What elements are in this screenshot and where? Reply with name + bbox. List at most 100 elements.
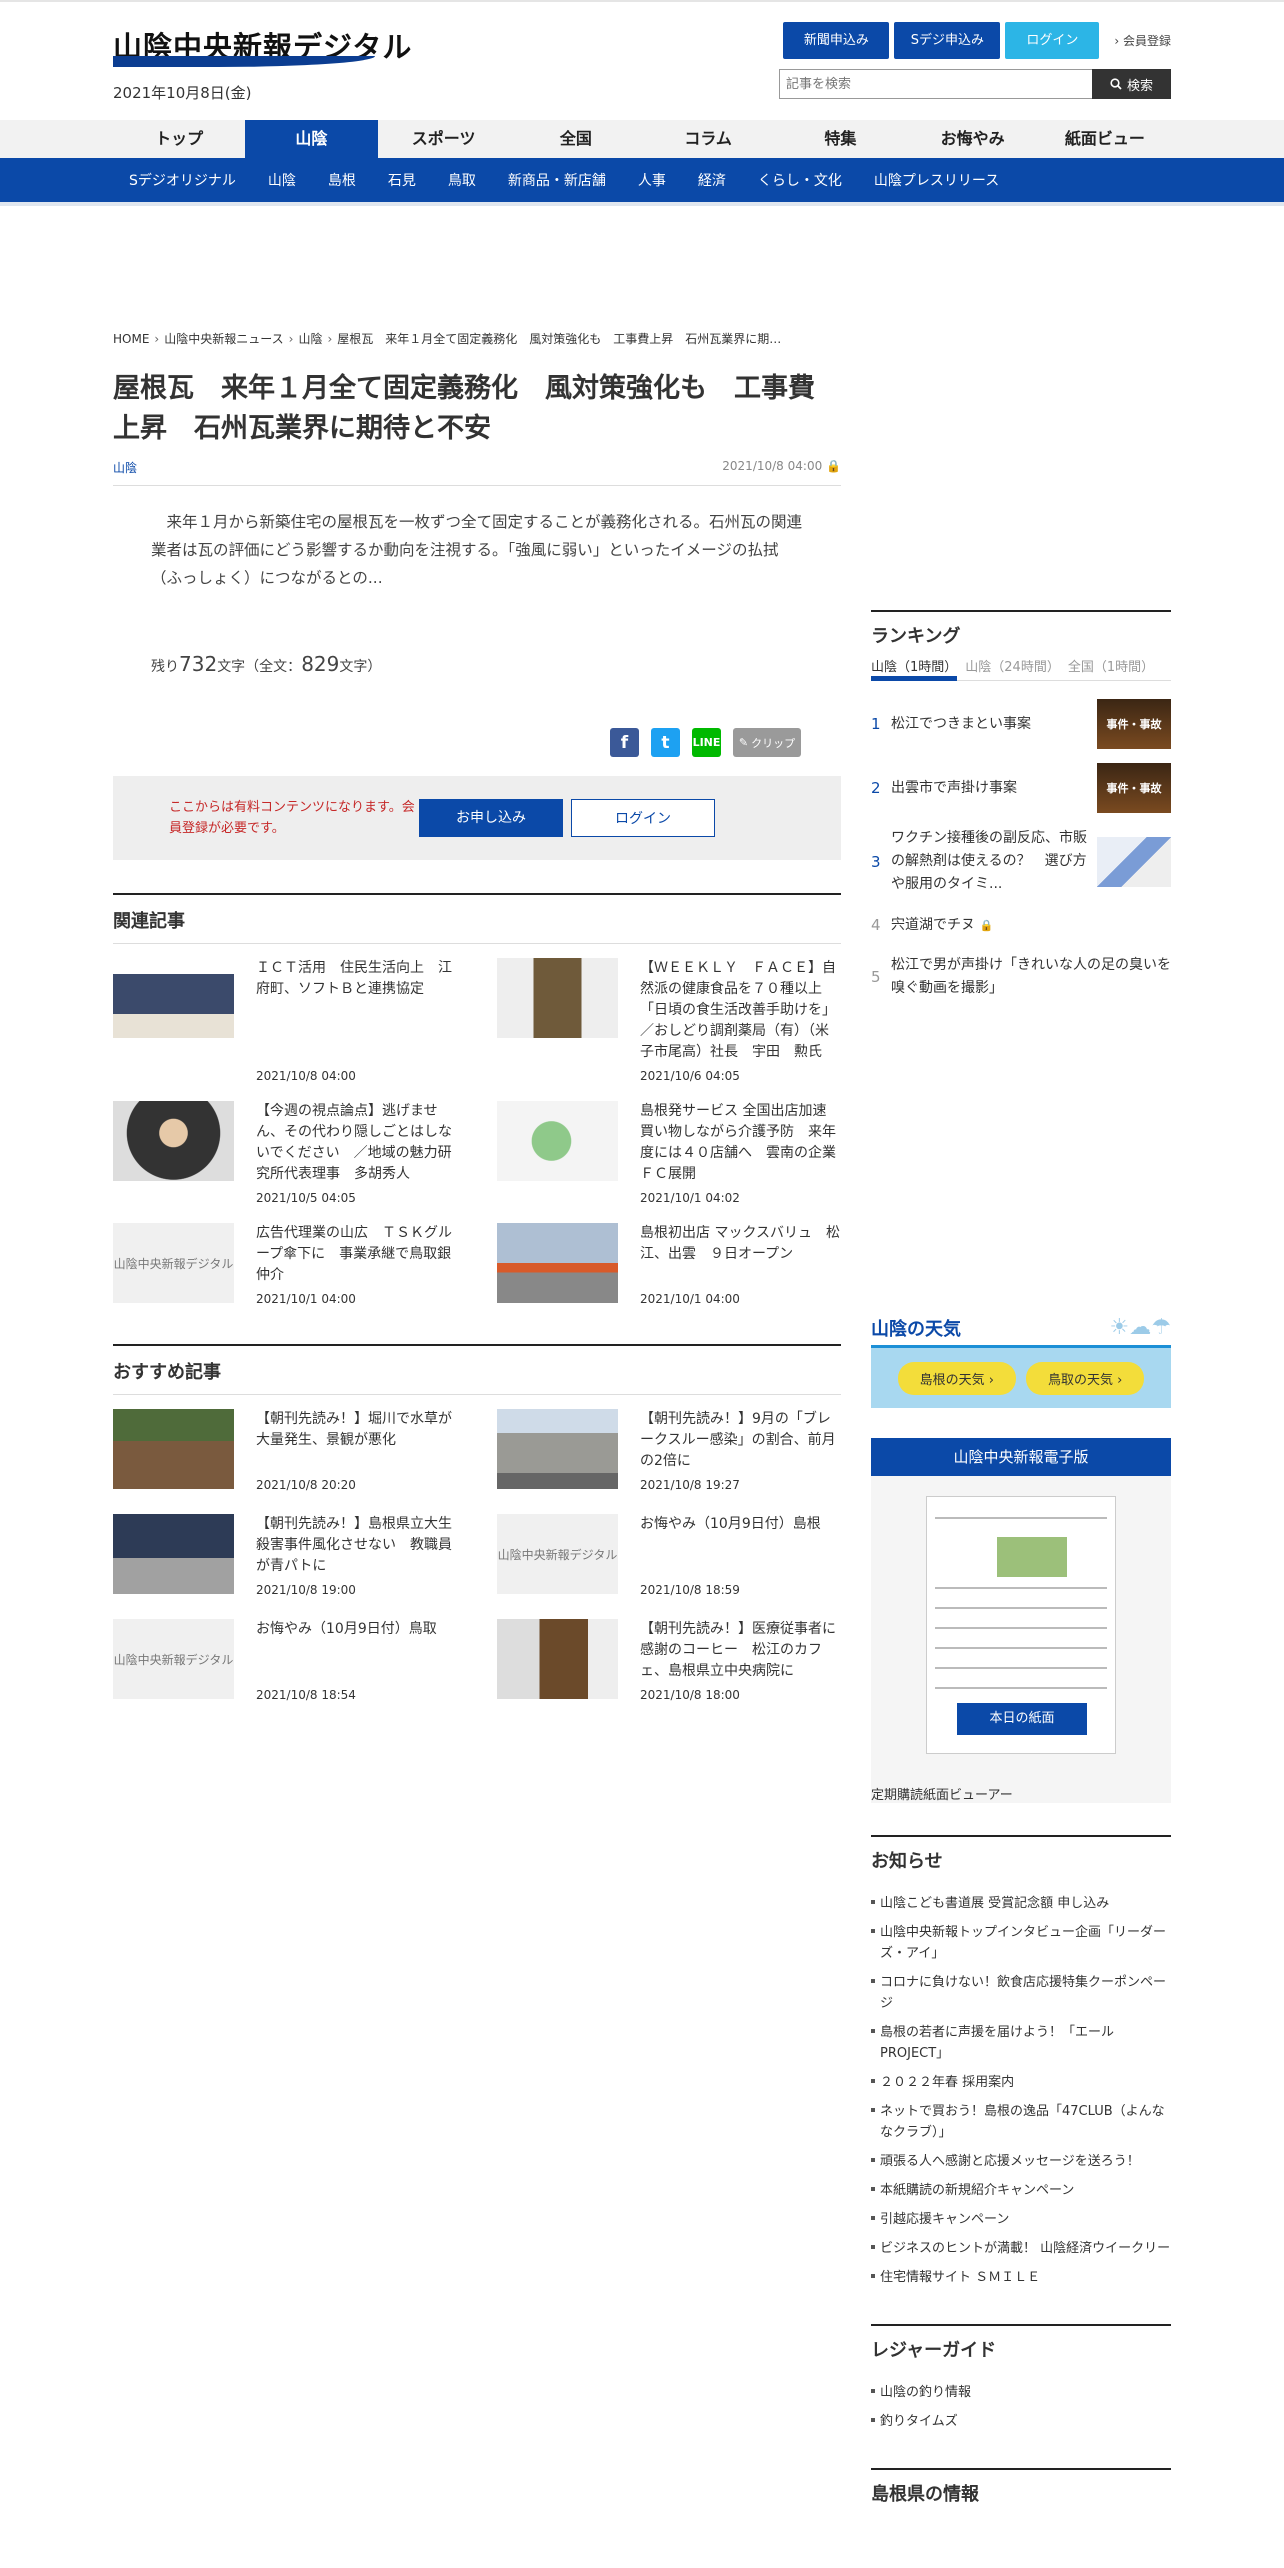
notice-item[interactable]: 住宅情報サイト ＳＭＩＬＥ <box>871 2263 1171 2292</box>
search-icon <box>1110 78 1122 90</box>
notice-item[interactable]: ２０２２年春 採用案内 <box>871 2068 1171 2097</box>
subscribe-button[interactable]: 新聞申込み <box>783 22 890 59</box>
gnav-sports[interactable]: スポーツ <box>378 120 510 158</box>
paywall-login-button[interactable]: ログイン <box>571 799 715 837</box>
ranking-item[interactable]: 2 出雲市で声掛け事案 事件・事故 <box>871 763 1171 813</box>
ranking-box: ランキング 山陰（1時間） 山陰（24時間） 全国（1時間） 1 松江でつきまと… <box>871 610 1171 1000</box>
recommended-heading: おすすめ記事 <box>113 1344 841 1395</box>
tottori-weather-button[interactable]: 鳥取の天気 › <box>1026 1361 1145 1395</box>
notice-item[interactable]: 山陰こども書道展 受賞記念額 申し込み <box>871 1889 1171 1918</box>
related-thumb <box>113 1101 234 1181</box>
share-buttons: f t LINE ✎ クリップ <box>113 728 801 757</box>
gnav-feature[interactable]: 特集 <box>774 120 906 158</box>
notice-item[interactable]: 頑張る人へ感謝と応援メッセージを送ろう！ <box>871 2147 1171 2176</box>
line-share-icon[interactable]: LINE <box>692 728 721 757</box>
snav-shimane[interactable]: 島根 <box>312 170 372 190</box>
related-item[interactable]: ＩＣＴ活用 住民生活向上 江府町、ソフトＢと連携協定 2021/10/8 04:0… <box>113 958 457 1083</box>
article-timestamp: 2021/10/8 04:00 🔒 <box>722 459 841 473</box>
shimane-info-box: 島根県の情報 <box>871 2468 1171 2514</box>
sidebar: ランキング 山陰（1時間） 山陰（24時間） 全国（1時間） 1 松江でつきまと… <box>871 610 1171 2514</box>
notice-item[interactable]: 本紙購読の新規紹介キャンペーン <box>871 2176 1171 2205</box>
notice-list: 山陰こども書道展 受賞記念額 申し込み 山陰中央新報トップインタビュー企画「リー… <box>871 1889 1171 2292</box>
login-button[interactable]: ログイン <box>1005 22 1100 59</box>
breadcrumb-news[interactable]: 山陰中央新報ニュース <box>164 332 283 346</box>
facebook-share-icon[interactable]: f <box>610 728 639 757</box>
ranking-item[interactable]: 4 宍道湖でチヌ 🔒 <box>871 910 1171 940</box>
gnav-obituary[interactable]: お悔やみ <box>907 120 1039 158</box>
gnav-sanin[interactable]: 山陰 <box>245 120 378 158</box>
paper-viewer-button[interactable]: 紙面ビューアー <box>923 1784 1013 1803</box>
tab-national-1h[interactable]: 全国（1時間） <box>1068 656 1154 675</box>
tab-sanin-24h[interactable]: 山陰（24時間） <box>965 656 1060 675</box>
remaining-chars: 残り732文字（全文：829文字） <box>151 652 382 676</box>
related-item[interactable]: 島根初出店 マックスバリュ 松江、出雲 ９日オープン 2021/10/1 04:0… <box>497 1223 841 1306</box>
related-item[interactable]: 【今週の視点論点】逃げません、その代わり隠しごとはしないでください ／地域の魅力… <box>113 1101 457 1205</box>
related-item[interactable]: 【ＷＥＥＫＬＹ ＦＡＣＥ】自然派の健康食品を７０種以上「日頃の食生活改善手助けを… <box>497 958 843 1083</box>
notice-box: お知らせ 山陰こども書道展 受賞記念額 申し込み 山陰中央新報トップインタビュー… <box>871 1835 1171 2292</box>
recommended-item[interactable]: 山陰中央新報デジタル お悔やみ（10月9日付）鳥取 2021/10/8 18:54 <box>113 1619 457 1702</box>
snav-original[interactable]: Sデジオリジナル <box>113 170 252 190</box>
ranking-item[interactable]: 1 松江でつきまとい事案 事件・事故 <box>871 699 1171 749</box>
related-thumb <box>113 958 234 1038</box>
snav-life-culture[interactable]: くらし・文化 <box>742 170 858 190</box>
epaper-box: 山陰中央新報電子版 本日の紙面 定期購読 紙面ビューアー <box>871 1438 1171 1803</box>
sub-nav: Sデジオリジナル 山陰 島根 石見 鳥取 新商品・新店舗 人事 経済 くらし・文… <box>0 158 1284 206</box>
search-input[interactable] <box>779 69 1092 99</box>
snav-iwami[interactable]: 石見 <box>372 170 432 190</box>
paperclip-icon: ✎ <box>738 736 749 749</box>
breadcrumb-home[interactable]: HOME <box>113 332 149 346</box>
search-button[interactable]: 検索 <box>1092 69 1171 99</box>
snav-tottori[interactable]: 鳥取 <box>432 170 492 190</box>
related-thumb <box>497 958 618 1038</box>
leisure-item[interactable]: 釣りタイムズ <box>871 2407 1171 2436</box>
article-category[interactable]: 山陰 <box>113 459 137 476</box>
member-register-link[interactable]: › 会員登録 <box>1114 32 1171 49</box>
notice-item[interactable]: ネットで買おう！島根の逸品「47CLUB（よんななクラブ）」 <box>871 2097 1171 2147</box>
main-column: HOME › 山陰中央新報ニュース › 山陰 › 屋根瓦 来年１月全て固定義務化 風対策強化… <box>113 330 843 1724</box>
notice-item[interactable]: 山陰中央新報トップインタビュー企画「リーダーズ・アイ」 <box>871 1918 1171 1968</box>
breadcrumb-current: 屋根瓦 来年１月全て固定義務化 風対策強化も 工事費上昇 石州瓦業界に期… <box>337 332 782 346</box>
twitter-share-icon[interactable]: t <box>651 728 680 757</box>
ranking-item[interactable]: 5 松江で男が声掛け「きれいな人の足の臭いを嗅ぐ動画を撮影」 <box>871 954 1171 1000</box>
lock-icon: 🔒 <box>826 459 841 473</box>
gnav-top[interactable]: トップ <box>113 120 245 158</box>
subscription-button[interactable]: 定期購読 <box>871 1784 923 1803</box>
apply-button[interactable]: お申し込み <box>419 799 563 837</box>
related-item[interactable]: 山陰中央新報デジタル 広告代理業の山広 ＴＳＫグループ傘下に 事業承継で鳥取銀仲… <box>113 1223 457 1306</box>
leisure-item[interactable]: 山陰の釣り情報 <box>871 2378 1171 2407</box>
epaper-front-page[interactable]: 本日の紙面 <box>926 1496 1116 1754</box>
article-title: 屋根瓦 来年１月全て固定義務化 風対策強化も 工事費上昇 石州瓦業界に期待と不安 <box>113 373 815 444</box>
recommended-item[interactable]: 【朝刊先読み！】島根県立大生殺害事件風化させない 教職員が青パトに 2021/10… <box>113 1514 457 1597</box>
recommended-item[interactable]: 【朝刊先読み！】堀川で水草が大量発生、景観が悪化 2021/10/8 20:20 <box>113 1409 457 1492</box>
gnav-national[interactable]: 全国 <box>510 120 642 158</box>
notice-item[interactable]: ビジネスのヒントが満載！ 山陰経済ウイークリー <box>871 2234 1171 2263</box>
snav-new-products[interactable]: 新商品・新店舗 <box>492 170 622 190</box>
recommended-item[interactable]: 【朝刊先読み！】9月の「ブレークスルー感染」の割合、前月の2倍に 2021/10/… <box>497 1409 841 1492</box>
snav-personnel[interactable]: 人事 <box>622 170 682 190</box>
tab-sanin-1h[interactable]: 山陰（1時間） <box>871 656 958 681</box>
gnav-paper-view[interactable]: 紙面ビュー <box>1039 120 1171 158</box>
shimane-weather-button[interactable]: 島根の天気 › <box>897 1361 1016 1395</box>
snav-press-release[interactable]: 山陰プレスリリース <box>858 170 1015 190</box>
recommended-item[interactable]: 【朝刊先読み！】医療従事者に感謝のコーヒー 松江のカフェ、島根県立中央病院に 20… <box>497 1619 841 1702</box>
sdigi-subscribe-button[interactable]: Sデジ申込み <box>894 22 1001 59</box>
snav-sanin[interactable]: 山陰 <box>252 170 312 190</box>
ranking-item[interactable]: 3 ワクチン接種後の副反応、市販の解熱剤は使えるの？ 選び方や服用のタイミ... <box>871 827 1171 896</box>
notice-item[interactable]: 島根の若者に声援を届けよう！「エールPROJECT」 <box>871 2018 1171 2068</box>
clip-button[interactable]: ✎ クリップ <box>733 728 801 757</box>
recommended-item[interactable]: 山陰中央新報デジタル お悔やみ（10月9日付）島根 2021/10/8 18:59 <box>497 1514 841 1597</box>
related-item[interactable]: 島根発サービス 全国出店加速 買い物しながら介護予防 来年度には４０店舗へ 雲南… <box>497 1101 841 1205</box>
shimane-info-heading: 島根県の情報 <box>871 2468 1171 2514</box>
chevron-right-icon: › <box>154 332 160 346</box>
today-paper-button[interactable]: 本日の紙面 <box>957 1703 1087 1735</box>
breadcrumb-sanin[interactable]: 山陰 <box>298 332 322 346</box>
notice-item[interactable]: 引越応援キャンペーン <box>871 2205 1171 2234</box>
related-thumb <box>497 1223 618 1303</box>
epaper-photo <box>997 1537 1067 1577</box>
gnav-column[interactable]: コラム <box>642 120 774 158</box>
leisure-heading: レジャーガイド <box>871 2324 1171 2370</box>
leisure-box: レジャーガイド 山陰の釣り情報 釣りタイムズ <box>871 2324 1171 2436</box>
chevron-right-icon: › <box>327 332 333 346</box>
snav-economy[interactable]: 経済 <box>682 170 742 190</box>
notice-item[interactable]: コロナに負けない！飲食店応援特集クーポンページ <box>871 1968 1171 2018</box>
